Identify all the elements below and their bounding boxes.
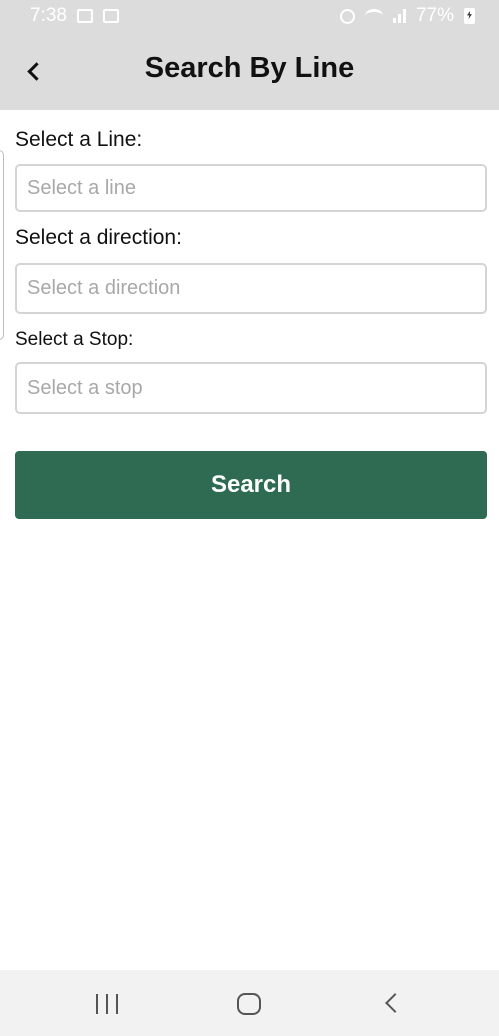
direction-select-placeholder: Select a direction: [27, 277, 181, 299]
search-button[interactable]: Search: [15, 451, 487, 519]
recents-icon[interactable]: [96, 994, 118, 1014]
wifi-icon: [364, 9, 383, 23]
direction-label: Select a direction:: [15, 226, 182, 249]
side-panel-handle[interactable]: [0, 150, 4, 340]
gallery-icon: [76, 9, 93, 23]
stop-select-placeholder: Select a stop: [27, 376, 143, 399]
home-icon[interactable]: [237, 993, 261, 1015]
app-bar: Search By Line: [0, 32, 499, 110]
line-label: Select a Line:: [15, 128, 143, 151]
status-left: 7:38: [30, 5, 119, 27]
system-nav-bar: [0, 970, 499, 1036]
checkbox-icon: [102, 9, 119, 23]
status-right: 77%: [339, 5, 475, 27]
page-title: Search By Line: [144, 52, 355, 84]
alarm-icon: [339, 8, 355, 24]
status-time: 7:38: [30, 5, 67, 26]
line-select[interactable]: Select a line: [15, 164, 487, 212]
back-icon[interactable]: [385, 993, 405, 1013]
search-button-label: Search: [210, 471, 292, 498]
direction-select[interactable]: Select a direction: [15, 263, 487, 314]
battery-percent: 77%: [415, 5, 454, 26]
status-bar: 7:38 77%: [0, 0, 499, 32]
battery-charging-icon: [464, 8, 475, 24]
stop-select[interactable]: Select a stop: [15, 362, 487, 414]
stop-label: Select a Stop:: [15, 329, 134, 350]
line-select-placeholder: Select a line: [27, 176, 136, 199]
signal-icon: [392, 9, 406, 23]
